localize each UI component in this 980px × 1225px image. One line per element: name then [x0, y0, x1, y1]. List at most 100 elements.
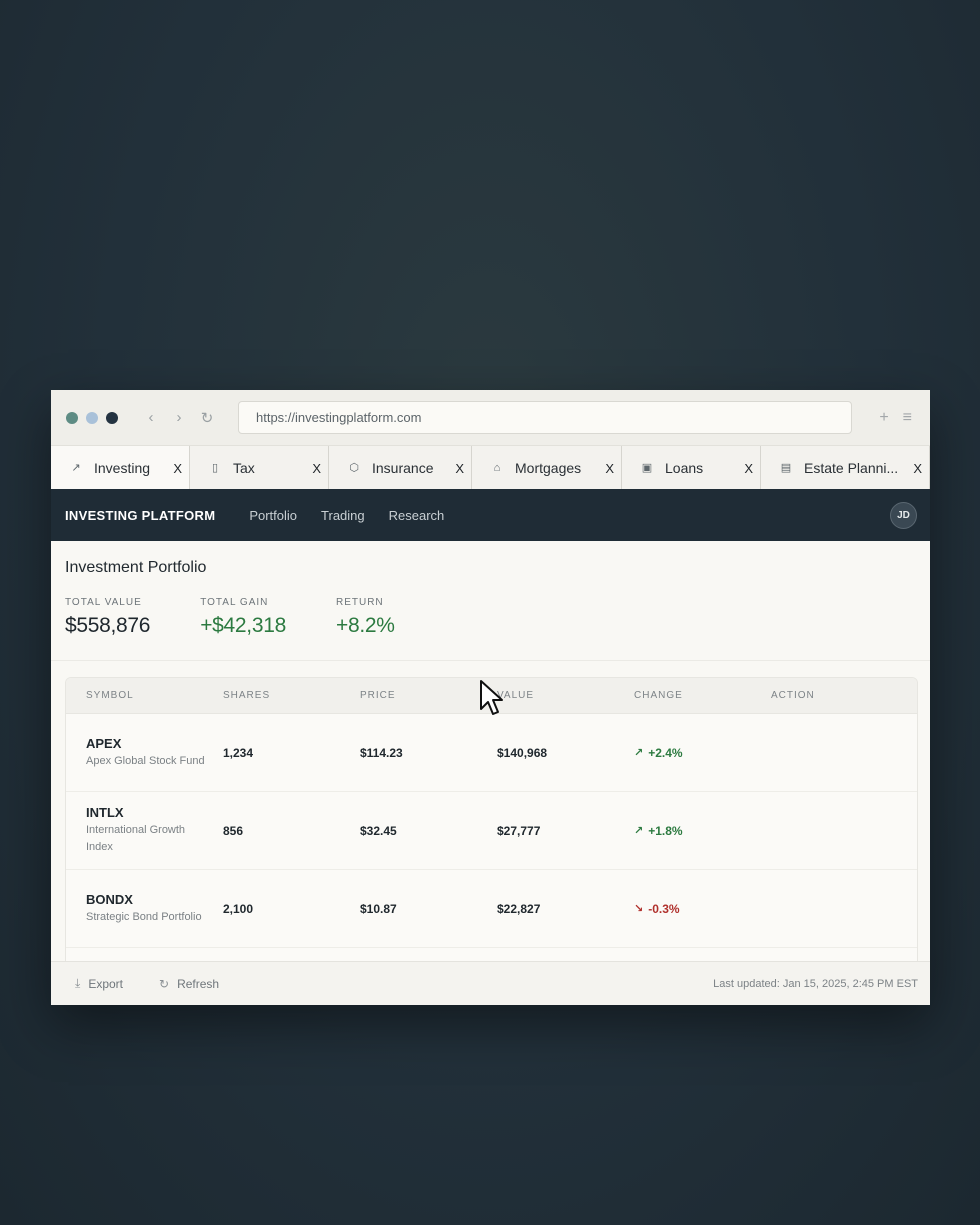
table-body: APEX Apex Global Stock Fund 1,234 $114.23 $1…	[66, 714, 917, 966]
stats-row: TOTAL VALUE $558,876 TOTAL GAIN +$42,318 RET…	[65, 597, 916, 638]
fund-name: International Growth Index	[86, 824, 186, 853]
fund-name: Strategic Bond Portfolio	[86, 910, 202, 923]
stat-total-value: TOTAL VALUE $558,876	[65, 597, 151, 638]
menu-icon[interactable]: ≡	[903, 409, 912, 427]
address-bar[interactable]: https://investingplatform.com	[238, 401, 852, 434]
shield-icon: ⬡	[349, 462, 359, 474]
tab-label: Insurance	[372, 459, 434, 476]
stat-label: TOTAL VALUE	[65, 597, 142, 608]
value-cell: $22,827	[497, 901, 541, 916]
forward-icon[interactable]: ›	[172, 409, 186, 427]
nav-item-research[interactable]: Research	[389, 508, 445, 523]
stat-value: +8.2%	[335, 614, 395, 637]
close-tab-icon[interactable]: X	[455, 461, 464, 476]
tab-mortgages[interactable]: ⌂ Mortgages X	[472, 446, 622, 489]
stat-value: +$42,318	[200, 614, 286, 637]
app-nav: Portfolio Trading Research	[249, 508, 444, 523]
stat-value: $558,876	[65, 614, 151, 637]
stat-return: RETURN +8.2%	[336, 597, 395, 638]
trend-up-icon: ↗	[634, 825, 644, 837]
url-text: https://investingplatform.com	[256, 410, 422, 425]
close-window-dot[interactable]	[66, 411, 78, 424]
stat-label: TOTAL GAIN	[200, 597, 269, 608]
tab-bar: ↗ Investing X ▯ Tax X ⬡ Insurance X ⌂ Mortgages X ▣ L…	[51, 446, 930, 489]
browser-actions: + ≡	[879, 409, 918, 427]
refresh-label: Refresh	[177, 976, 220, 991]
nav-item-portfolio[interactable]: Portfolio	[249, 508, 297, 523]
minimize-window-dot[interactable]	[86, 411, 98, 424]
nav-item-trading[interactable]: Trading	[321, 508, 365, 523]
column-header-symbol[interactable]: SYMBOL	[66, 690, 223, 701]
document-icon: ▤	[780, 462, 792, 474]
export-button[interactable]: ⤓ Export	[75, 976, 123, 991]
close-tab-icon[interactable]: X	[173, 461, 182, 476]
column-header-change[interactable]: CHANGE	[634, 690, 771, 701]
close-tab-icon[interactable]: X	[913, 461, 922, 476]
column-header-action[interactable]: ACTION	[771, 690, 891, 701]
refresh-button[interactable]: ↻ Refresh	[159, 977, 219, 991]
tab-label: Mortgages	[515, 459, 582, 476]
window-controls	[66, 411, 118, 424]
column-header-value[interactable]: VALUE	[497, 690, 634, 701]
symbol-text[interactable]: BONDX	[86, 892, 223, 907]
tab-label: Investing	[94, 459, 151, 476]
close-tab-icon[interactable]: X	[744, 461, 753, 476]
change-cell: ↘ -0.3%	[634, 902, 771, 916]
close-tab-icon[interactable]: X	[605, 461, 614, 476]
shares-cell: 1,234	[223, 745, 254, 760]
holdings-table: SYMBOL SHARES PRICE VALUE CHANGE ACTION APEX A…	[65, 677, 918, 967]
trend-up-icon: ↗	[71, 462, 81, 474]
column-header-shares[interactable]: SHARES	[223, 690, 360, 701]
value-cell: $27,777	[497, 823, 541, 838]
symbol-cell: APEX Apex Global Stock Fund	[66, 736, 223, 770]
portfolio-summary: Investment Portfolio TOTAL VALUE $558,876…	[51, 541, 930, 661]
symbol-text[interactable]: APEX	[86, 736, 223, 751]
symbol-cell: INTLX International Growth Index	[66, 805, 223, 856]
export-label: Export	[88, 976, 123, 991]
download-icon: ⤓	[75, 976, 81, 990]
reload-icon[interactable]: ↻	[200, 409, 214, 427]
app-header: INVESTING PLATFORM Portfolio Trading Resea…	[51, 489, 930, 541]
tab-loans[interactable]: ▣ Loans X	[622, 446, 761, 489]
change-cell: ↗ +1.8%	[634, 824, 771, 838]
table-row[interactable]: APEX Apex Global Stock Fund 1,234 $114.23 $1…	[66, 714, 917, 792]
mouse-cursor-icon	[480, 680, 503, 715]
change-cell: ↗ +2.4%	[634, 746, 771, 760]
avatar[interactable]: JD	[890, 501, 917, 529]
price-cell: $32.45	[360, 823, 397, 838]
tab-label: Loans	[665, 459, 704, 476]
tab-insurance[interactable]: ⬡ Insurance X	[329, 446, 472, 489]
last-updated-text: Last updated: Jan 15, 2025, 2:45 PM EST	[713, 977, 918, 990]
maximize-window-dot[interactable]	[106, 411, 118, 424]
stat-total-gain: TOTAL GAIN +$42,318	[200, 597, 286, 638]
symbol-text[interactable]: INTLX	[86, 805, 223, 820]
stat-label: RETURN	[335, 597, 384, 608]
back-icon[interactable]: ‹	[144, 409, 158, 427]
value-cell: $140,968	[497, 745, 548, 760]
footer-bar: ⤓ Export ↻ Refresh Last updated: Jan 15,…	[51, 961, 930, 1005]
fund-name: Apex Global Stock Fund	[86, 754, 205, 767]
table-row[interactable]: INTLX International Growth Index 856 $32.45…	[66, 792, 917, 870]
refresh-icon: ↻	[159, 976, 170, 991]
tab-label: Estate Planni...	[804, 459, 899, 476]
price-cell: $10.87	[360, 901, 397, 916]
tab-investing[interactable]: ↗ Investing X	[51, 446, 190, 489]
browser-nav: ‹ › ↻	[144, 409, 214, 427]
brand-logo[interactable]: INVESTING PLATFORM	[65, 508, 215, 523]
table-row[interactable]: BONDX Strategic Bond Portfolio 2,100 $10.87…	[66, 870, 917, 948]
shares-cell: 2,100	[223, 901, 254, 916]
browser-toolbar: ‹ › ↻ https://investingplatform.com + ≡	[51, 390, 930, 446]
tab-estate-planni[interactable]: ▤ Estate Planni... X	[761, 446, 930, 489]
shares-cell: 856	[223, 823, 244, 838]
tab-tax[interactable]: ▯ Tax X	[190, 446, 329, 489]
price-cell: $114.23	[360, 745, 403, 760]
change-value: +1.8%	[648, 823, 683, 838]
column-header-price[interactable]: PRICE	[360, 690, 497, 701]
close-tab-icon[interactable]: X	[312, 461, 321, 476]
page-title: Investment Portfolio	[65, 559, 207, 576]
symbol-cell: BONDX Strategic Bond Portfolio	[66, 892, 223, 926]
briefcase-icon: ▣	[641, 462, 653, 474]
trend-up-icon: ↗	[634, 747, 644, 759]
change-value: +2.4%	[648, 745, 683, 760]
new-tab-icon[interactable]: +	[879, 409, 888, 427]
